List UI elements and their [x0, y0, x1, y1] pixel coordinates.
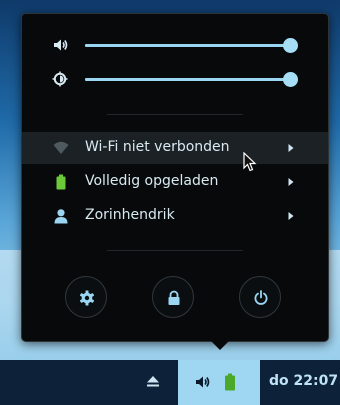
- lock-button[interactable]: [152, 276, 194, 318]
- taskbar: do 22:07: [0, 360, 340, 405]
- volume-icon: [196, 376, 210, 388]
- wifi-icon: [53, 141, 69, 154]
- chevron-right-icon: [288, 212, 294, 220]
- settings-icon: [79, 290, 95, 306]
- separator: [107, 250, 243, 251]
- volume-slider-knob[interactable]: [283, 38, 298, 53]
- battery-full-icon: [225, 373, 235, 391]
- brightness-slider-row: [22, 64, 328, 94]
- menu-item-label: Volledig opgeladen: [85, 173, 219, 189]
- battery-full-icon: [56, 174, 66, 190]
- menu-item-user[interactable]: Zorinhendrik: [22, 200, 328, 232]
- volume-slider-row: [22, 30, 328, 60]
- chevron-right-icon: [288, 144, 294, 152]
- brightness-slider-fill: [85, 78, 290, 81]
- mouse-cursor-icon: [243, 152, 257, 172]
- menu-item-battery[interactable]: Volledig opgeladen: [22, 166, 328, 198]
- settings-button[interactable]: [65, 276, 107, 318]
- power-icon: [254, 290, 268, 305]
- separator: [107, 114, 243, 115]
- volume-slider[interactable]: [85, 38, 298, 53]
- clock[interactable]: do 22:07: [269, 373, 338, 389]
- lock-icon: [168, 290, 180, 305]
- user-icon: [54, 209, 68, 224]
- menu-item-wifi[interactable]: Wi-Fi niet verbonden: [22, 132, 328, 164]
- volume-slider-fill: [85, 44, 290, 47]
- eject-icon[interactable]: [146, 374, 160, 388]
- menu-item-label: Wi-Fi niet verbonden: [85, 139, 230, 155]
- system-menu-popup: Wi-Fi niet verbonden Volledig opgeladen …: [21, 13, 329, 342]
- brightness-slider[interactable]: [85, 72, 298, 87]
- power-button[interactable]: [239, 276, 281, 318]
- brightness-slider-knob[interactable]: [283, 72, 298, 87]
- system-tray-button[interactable]: [178, 360, 260, 405]
- brightness-icon: [52, 71, 68, 87]
- menu-item-label: Zorinhendrik: [85, 207, 175, 223]
- popup-arrow: [209, 339, 231, 350]
- volume-icon: [54, 39, 68, 51]
- chevron-right-icon: [288, 178, 294, 186]
